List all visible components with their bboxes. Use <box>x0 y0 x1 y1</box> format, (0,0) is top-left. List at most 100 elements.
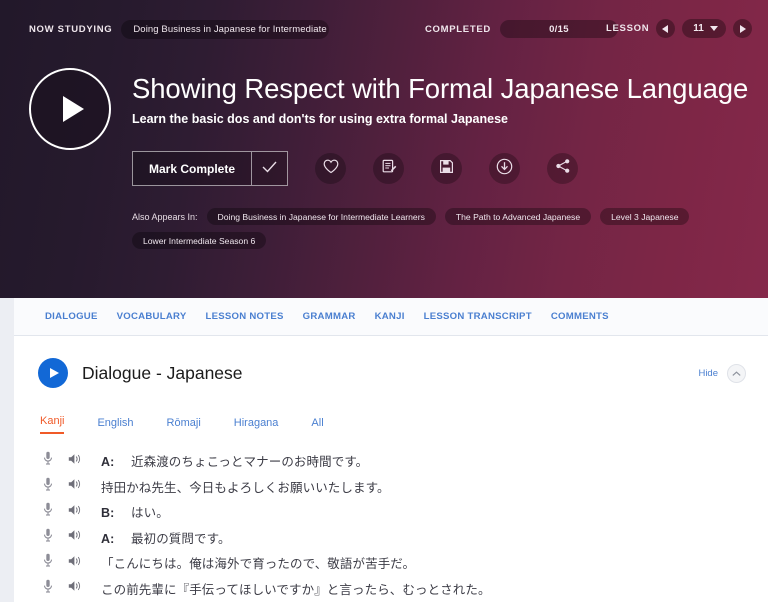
line-content: この前先輩に『手伝ってほしいですか』と言ったら、むっとされた。 <box>101 582 491 597</box>
tab-grammar[interactable]: GRAMMAR <box>303 311 356 322</box>
check-icon <box>262 160 277 178</box>
microphone-icon <box>43 502 53 521</box>
also-appears-tag[interactable]: Lower Intermediate Season 6 <box>132 232 267 249</box>
mark-complete-label: Mark Complete <box>149 161 236 176</box>
dialogue-title: Dialogue - Japanese <box>82 362 243 383</box>
also-appears-tag[interactable]: Doing Business in Japanese for Intermedi… <box>206 208 436 225</box>
dialogue-line: 持田かね先生、今日もよろしくお願いいたします。 <box>38 474 746 500</box>
tab-kanji[interactable]: KANJI <box>375 311 405 322</box>
favorite-button[interactable] <box>315 153 347 184</box>
also-appears-tag[interactable]: Level 3 Japanese <box>600 208 690 225</box>
share-button[interactable] <box>547 153 579 184</box>
chevron-up-icon <box>732 364 741 382</box>
completed-group: COMPLETED 0/15 <box>425 20 618 38</box>
lesson-number-select[interactable]: 11 <box>682 19 726 38</box>
tab-lesson-notes[interactable]: LESSON NOTES <box>205 311 283 322</box>
next-lesson-button[interactable] <box>732 19 752 38</box>
record-button[interactable] <box>38 553 58 572</box>
lesson-navigation: LESSON 11 <box>606 19 752 38</box>
mark-complete-toggle[interactable] <box>251 152 287 185</box>
also-appears-label: Also Appears In: <box>132 211 198 222</box>
play-line-button[interactable] <box>65 528 85 546</box>
page-body: DIALOGUE VOCABULARY LESSON NOTES GRAMMAR… <box>0 298 768 602</box>
play-icon <box>63 96 84 122</box>
save-button[interactable] <box>431 153 463 184</box>
line-content: 持田かね先生、今日もよろしくお願いいたします。 <box>101 480 390 495</box>
speaker-icon <box>68 477 82 495</box>
completed-label: COMPLETED <box>425 23 491 35</box>
play-line-button[interactable] <box>65 579 85 597</box>
tab-lesson-transcript[interactable]: LESSON TRANSCRIPT <box>424 311 532 322</box>
script-tab-english[interactable]: English <box>97 417 133 434</box>
speaker-icon <box>68 528 82 546</box>
now-studying-label: NOW STUDYING <box>29 24 113 35</box>
current-course-pill[interactable]: Doing Business in Japanese for Intermedi… <box>121 20 330 39</box>
play-line-button[interactable] <box>65 452 85 470</box>
microphone-icon <box>43 528 53 547</box>
dialogue-line-text: この前先輩に『手伝ってほしいですか』と言ったら、むっとされた。 <box>101 579 491 598</box>
tab-vocabulary[interactable]: VOCABULARY <box>117 311 187 322</box>
record-button[interactable] <box>38 477 58 496</box>
mark-complete-button[interactable]: Mark Complete <box>132 151 289 186</box>
record-button[interactable] <box>38 451 58 470</box>
previous-lesson-button[interactable] <box>656 19 676 38</box>
page-subtitle: Learn the basic dos and don'ts for using… <box>132 112 508 126</box>
tab-comments[interactable]: COMMENTS <box>551 311 609 322</box>
caret-right-icon <box>739 24 746 33</box>
dialogue-card-header: Dialogue - Japanese Hide <box>38 356 746 390</box>
speaker-label: A: <box>101 455 115 470</box>
also-appears-in: Also Appears In: Doing Business in Japan… <box>132 208 732 249</box>
microphone-icon <box>43 451 53 470</box>
also-appears-tag[interactable]: The Path to Advanced Japanese <box>444 208 592 225</box>
notes-button[interactable] <box>373 153 405 184</box>
dialogue-line: B: はい。 <box>38 499 746 525</box>
script-tab-romaji[interactable]: Rōmaji <box>167 417 201 434</box>
dialogue-line: A: 近森渡のちょこっとマナーのお時間です。 <box>38 448 746 474</box>
script-tab-all[interactable]: All <box>311 417 323 434</box>
speaker-label: B: <box>101 506 115 521</box>
dialogue-lines: A: 近森渡のちょこっとマナーのお時間です。 持田かね先生、今日もよろしくお願い… <box>38 448 746 601</box>
lesson-action-row: Mark Complete <box>132 151 579 186</box>
top-status-bar: NOW STUDYING Doing Business in Japanese … <box>0 0 768 45</box>
lesson-label: LESSON <box>606 23 650 34</box>
script-tab-kanji[interactable]: Kanji <box>40 415 65 434</box>
floppy-disk-icon <box>439 159 454 179</box>
speaker-icon <box>68 452 82 470</box>
lesson-number-value: 11 <box>693 23 704 34</box>
microphone-icon <box>43 553 53 572</box>
script-type-tabs: Kanji English Rōmaji Hiragana All <box>38 412 746 434</box>
dialogue-play-button[interactable] <box>38 358 68 388</box>
record-button[interactable] <box>38 579 58 598</box>
lesson-play-button[interactable] <box>29 68 111 150</box>
speaker-icon <box>68 503 82 521</box>
play-line-button[interactable] <box>65 477 85 495</box>
line-content: 最初の質問です。 <box>131 531 231 546</box>
dialogue-line: 「こんにちは。俺は海外で育ったので、敬語が苦手だ。 <box>38 550 746 576</box>
record-button[interactable] <box>38 528 58 547</box>
line-content: 「こんにちは。俺は海外で育ったので、敬語が苦手だ。 <box>101 557 416 572</box>
dialogue-card: Dialogue - Japanese Hide Kanji English R… <box>14 336 768 602</box>
speaker-icon <box>68 579 82 597</box>
caret-left-icon <box>662 24 669 33</box>
collapse-section-button[interactable] <box>727 363 746 383</box>
hide-link[interactable]: Hide <box>698 368 718 379</box>
now-studying-group: NOW STUDYING Doing Business in Japanese … <box>29 20 330 39</box>
lesson-section-tabs: DIALOGUE VOCABULARY LESSON NOTES GRAMMAR… <box>14 298 768 336</box>
play-line-button[interactable] <box>65 503 85 521</box>
dialogue-line-text: A: 近森渡のちょこっとマナーのお時間です。 <box>101 451 368 470</box>
download-button[interactable] <box>489 153 521 184</box>
page-title: Showing Respect with Formal Japanese Lan… <box>132 73 749 104</box>
line-content: はい。 <box>131 506 169 521</box>
microphone-icon <box>43 477 53 496</box>
script-tab-hiragana[interactable]: Hiragana <box>234 417 279 434</box>
dialogue-line: この前先輩に『手伝ってほしいですか』と言ったら、むっとされた。 <box>38 576 746 602</box>
heart-icon <box>323 159 339 179</box>
completed-progress: 0/15 <box>499 20 618 38</box>
dialogue-line: A: 最初の質問です。 <box>38 525 746 551</box>
record-button[interactable] <box>38 502 58 521</box>
dialogue-card-controls: Hide <box>698 363 746 383</box>
tab-dialogue[interactable]: DIALOGUE <box>45 311 98 322</box>
line-content: 近森渡のちょこっとマナーのお時間です。 <box>131 455 369 470</box>
dialogue-line-text: A: 最初の質問です。 <box>101 528 231 547</box>
play-line-button[interactable] <box>65 554 85 572</box>
